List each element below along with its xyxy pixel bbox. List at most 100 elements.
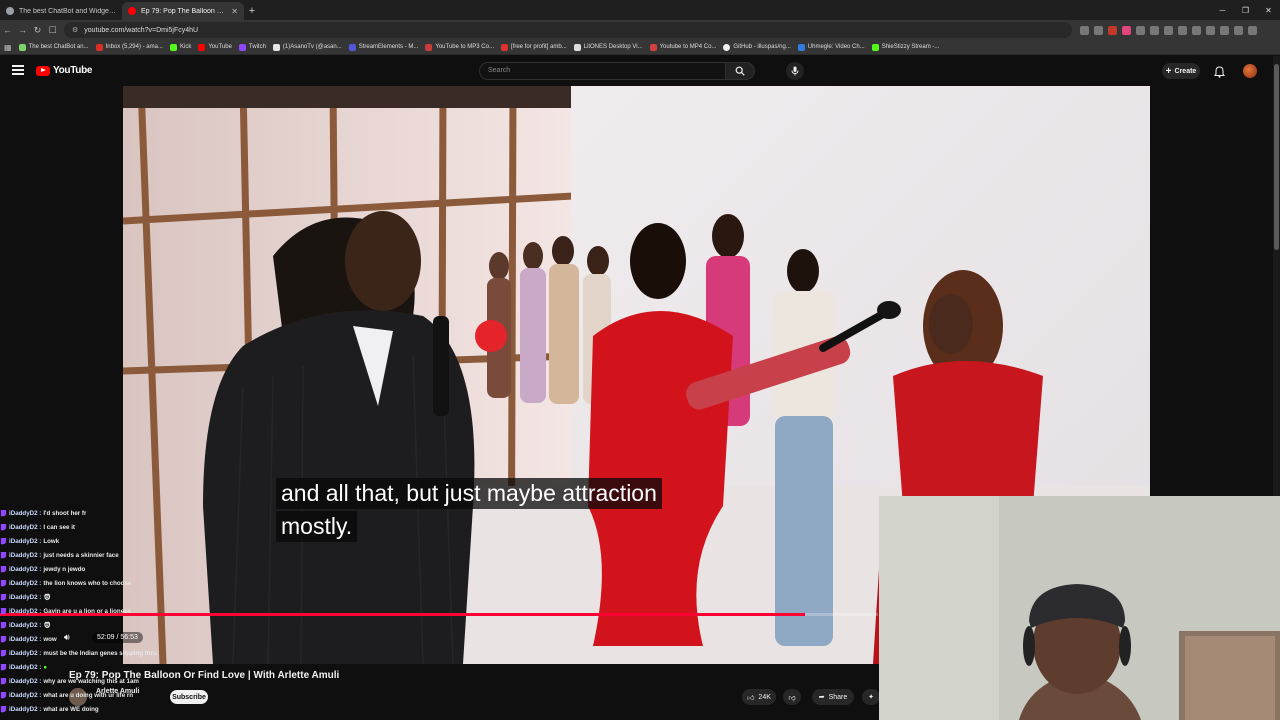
new-tab-button[interactable]: + <box>244 2 260 20</box>
url-text: youtube.com/watch?v=Dmi5jFcy4hU <box>84 26 199 34</box>
chat-message: iDaddyD2 : jewdy n jewdo <box>0 562 170 576</box>
chat-message: iDaddyD2 : ● <box>0 660 170 674</box>
search-icon <box>735 66 745 76</box>
create-button[interactable]: + Create <box>1162 63 1200 79</box>
chat-message: iDaddyD2 : Lowk <box>0 534 170 548</box>
search-bar: Search <box>479 62 755 80</box>
chat-message <box>0 496 170 506</box>
chat-message: iDaddyD2 : the lion knows who to choose <box>0 576 170 590</box>
chat-message: iDaddyD2 : what are WE doing <box>0 702 170 716</box>
bookmark-item[interactable]: LitONES Desktop Vi... <box>573 43 643 51</box>
bookmark-item[interactable]: Twitch <box>238 43 266 51</box>
share-icon: ➦ <box>818 694 825 701</box>
bookmark-item[interactable]: (1)AsanoTv (@asan... <box>272 43 342 51</box>
like-button[interactable]: 👍︎ 24K <box>742 689 776 705</box>
search-button[interactable] <box>725 62 755 80</box>
bookmark-item[interactable]: ShieStizzy Stream -... <box>871 43 939 51</box>
extension-icon[interactable] <box>1192 25 1201 35</box>
back-icon[interactable]: ← <box>0 25 15 35</box>
more-actions-button[interactable]: ✦ <box>862 689 880 705</box>
restore-icon[interactable]: ❐ <box>1234 0 1257 20</box>
twitch-icon <box>0 621 7 629</box>
extension-icon[interactable] <box>1150 25 1159 35</box>
bookmark-icon <box>649 43 657 51</box>
twitch-icon <box>0 663 7 671</box>
video-captions: and all that, but just maybe attraction … <box>276 478 662 542</box>
extension-icon[interactable] <box>1234 25 1243 35</box>
browser-tab-bar: The best ChatBot and Widgets for Kick Ep… <box>0 0 1280 20</box>
forward-icon[interactable]: → <box>15 25 30 35</box>
twitch-icon <box>0 509 7 517</box>
bookmark-item[interactable]: StreamElements - M... <box>348 43 418 51</box>
search-input[interactable]: Search <box>479 62 725 80</box>
chat-message: iDaddyD2 : 🦁︎ <box>0 618 170 632</box>
bookmark-item[interactable]: [free for profit] amb... <box>500 43 567 51</box>
close-window-icon[interactable]: ✕ <box>1257 0 1280 20</box>
chat-message: iDaddyD2 : Gavin are u a lion or a liones… <box>0 604 170 618</box>
voice-search-button[interactable] <box>786 62 804 80</box>
browser-toolbar: ← → ↻ ☐ ⚙ youtube.com/watch?v=Dmi5jFcy4h… <box>0 20 1280 40</box>
bookmark-item[interactable]: Youtube to MP4 Co... <box>649 43 716 51</box>
browser-tab-1[interactable]: Ep 79: Pop The Balloon Or Find Love ✕ <box>122 2 244 20</box>
notifications-button[interactable] <box>1214 65 1225 83</box>
github-icon <box>723 43 731 51</box>
bookmark-item[interactable]: The best ChatBot an... <box>18 43 89 51</box>
site-info-icon[interactable]: ⚙ <box>72 26 78 34</box>
emote-icon: 🦁︎ <box>43 594 52 601</box>
bell-icon <box>1214 66 1225 78</box>
stream-chat-overlay: iDaddyD2 : I'd shoot her fr iDaddyD2 :I c… <box>0 496 170 720</box>
tab-label: Ep 79: Pop The Balloon Or Find Love <box>141 7 226 15</box>
bookmark-item[interactable]: Kick <box>169 43 191 51</box>
extension-icon[interactable] <box>1248 25 1257 35</box>
bookmark-icon <box>573 43 581 51</box>
twitch-icon <box>0 691 7 699</box>
bookmark-item[interactable]: Uhmegle: Video Ch... <box>797 43 865 51</box>
extension-icon[interactable] <box>1136 25 1145 35</box>
youtube-play-icon <box>36 65 50 76</box>
chat-message: iDaddyD2 :I can see it <box>0 520 170 534</box>
extension-icon[interactable] <box>1178 25 1187 35</box>
extension-icon[interactable] <box>1164 25 1173 35</box>
address-bar[interactable]: ⚙ youtube.com/watch?v=Dmi5jFcy4hU <box>64 22 1072 38</box>
twitch-icon <box>0 537 7 545</box>
scrollbar-thumb[interactable] <box>1274 64 1279 250</box>
share-button[interactable]: ➦ Share <box>812 689 854 705</box>
bookmark-icon <box>272 43 280 51</box>
extension-icon[interactable] <box>1206 25 1215 35</box>
twitch-icon <box>0 649 7 657</box>
youtube-logo[interactable]: YouTube <box>36 65 93 76</box>
bookmark-icon <box>500 43 508 51</box>
bookmark-page-icon[interactable]: ☐ <box>45 25 60 36</box>
browser-tab-0[interactable]: The best ChatBot and Widgets for Kick <box>0 2 122 20</box>
chat-message: iDaddyD2 : what are u doing with ur life … <box>0 688 170 702</box>
bookmark-item[interactable]: YouTube <box>198 43 232 51</box>
menu-icon[interactable] <box>12 65 24 75</box>
extension-icon[interactable] <box>1080 25 1089 35</box>
thumbs-down-icon: 👎︎ <box>788 694 796 702</box>
extension-icons <box>1080 25 1257 35</box>
webcam-image <box>879 496 1280 720</box>
account-avatar[interactable] <box>1243 64 1257 78</box>
emote-icon: ● <box>43 663 48 671</box>
bookmark-item[interactable]: GitHub - illuspas/ng... <box>723 43 791 51</box>
extension-icon[interactable] <box>1220 25 1229 35</box>
bookmark-item[interactable]: Inbox (5,294) - ama... <box>95 43 163 51</box>
bookmark-icon <box>169 43 177 51</box>
twitch-icon <box>0 551 7 559</box>
apps-grid-icon[interactable]: ▦ <box>4 43 12 52</box>
bookmark-icon <box>797 43 805 51</box>
reload-icon[interactable]: ↻ <box>30 25 45 36</box>
chat-message: iDaddyD2 : why are we watching this at 1a… <box>0 674 170 688</box>
twitch-icon <box>0 607 7 615</box>
subscribe-button[interactable]: Subscribe <box>170 690 208 704</box>
chat-message: iDaddyD2 : I'd shoot her fr <box>0 506 170 520</box>
extension-icon[interactable] <box>1094 25 1103 35</box>
tab-close-icon[interactable]: ✕ <box>231 7 238 16</box>
bookmark-icon <box>871 43 879 51</box>
minimize-icon[interactable]: ─ <box>1211 0 1234 20</box>
extension-icon[interactable] <box>1122 25 1131 35</box>
extension-icon[interactable] <box>1108 25 1117 35</box>
youtube-favicon-icon <box>128 7 136 15</box>
bookmark-item[interactable]: YouTube to MP3 Co... <box>425 43 494 51</box>
dislike-button[interactable]: 👎︎ <box>783 689 801 705</box>
